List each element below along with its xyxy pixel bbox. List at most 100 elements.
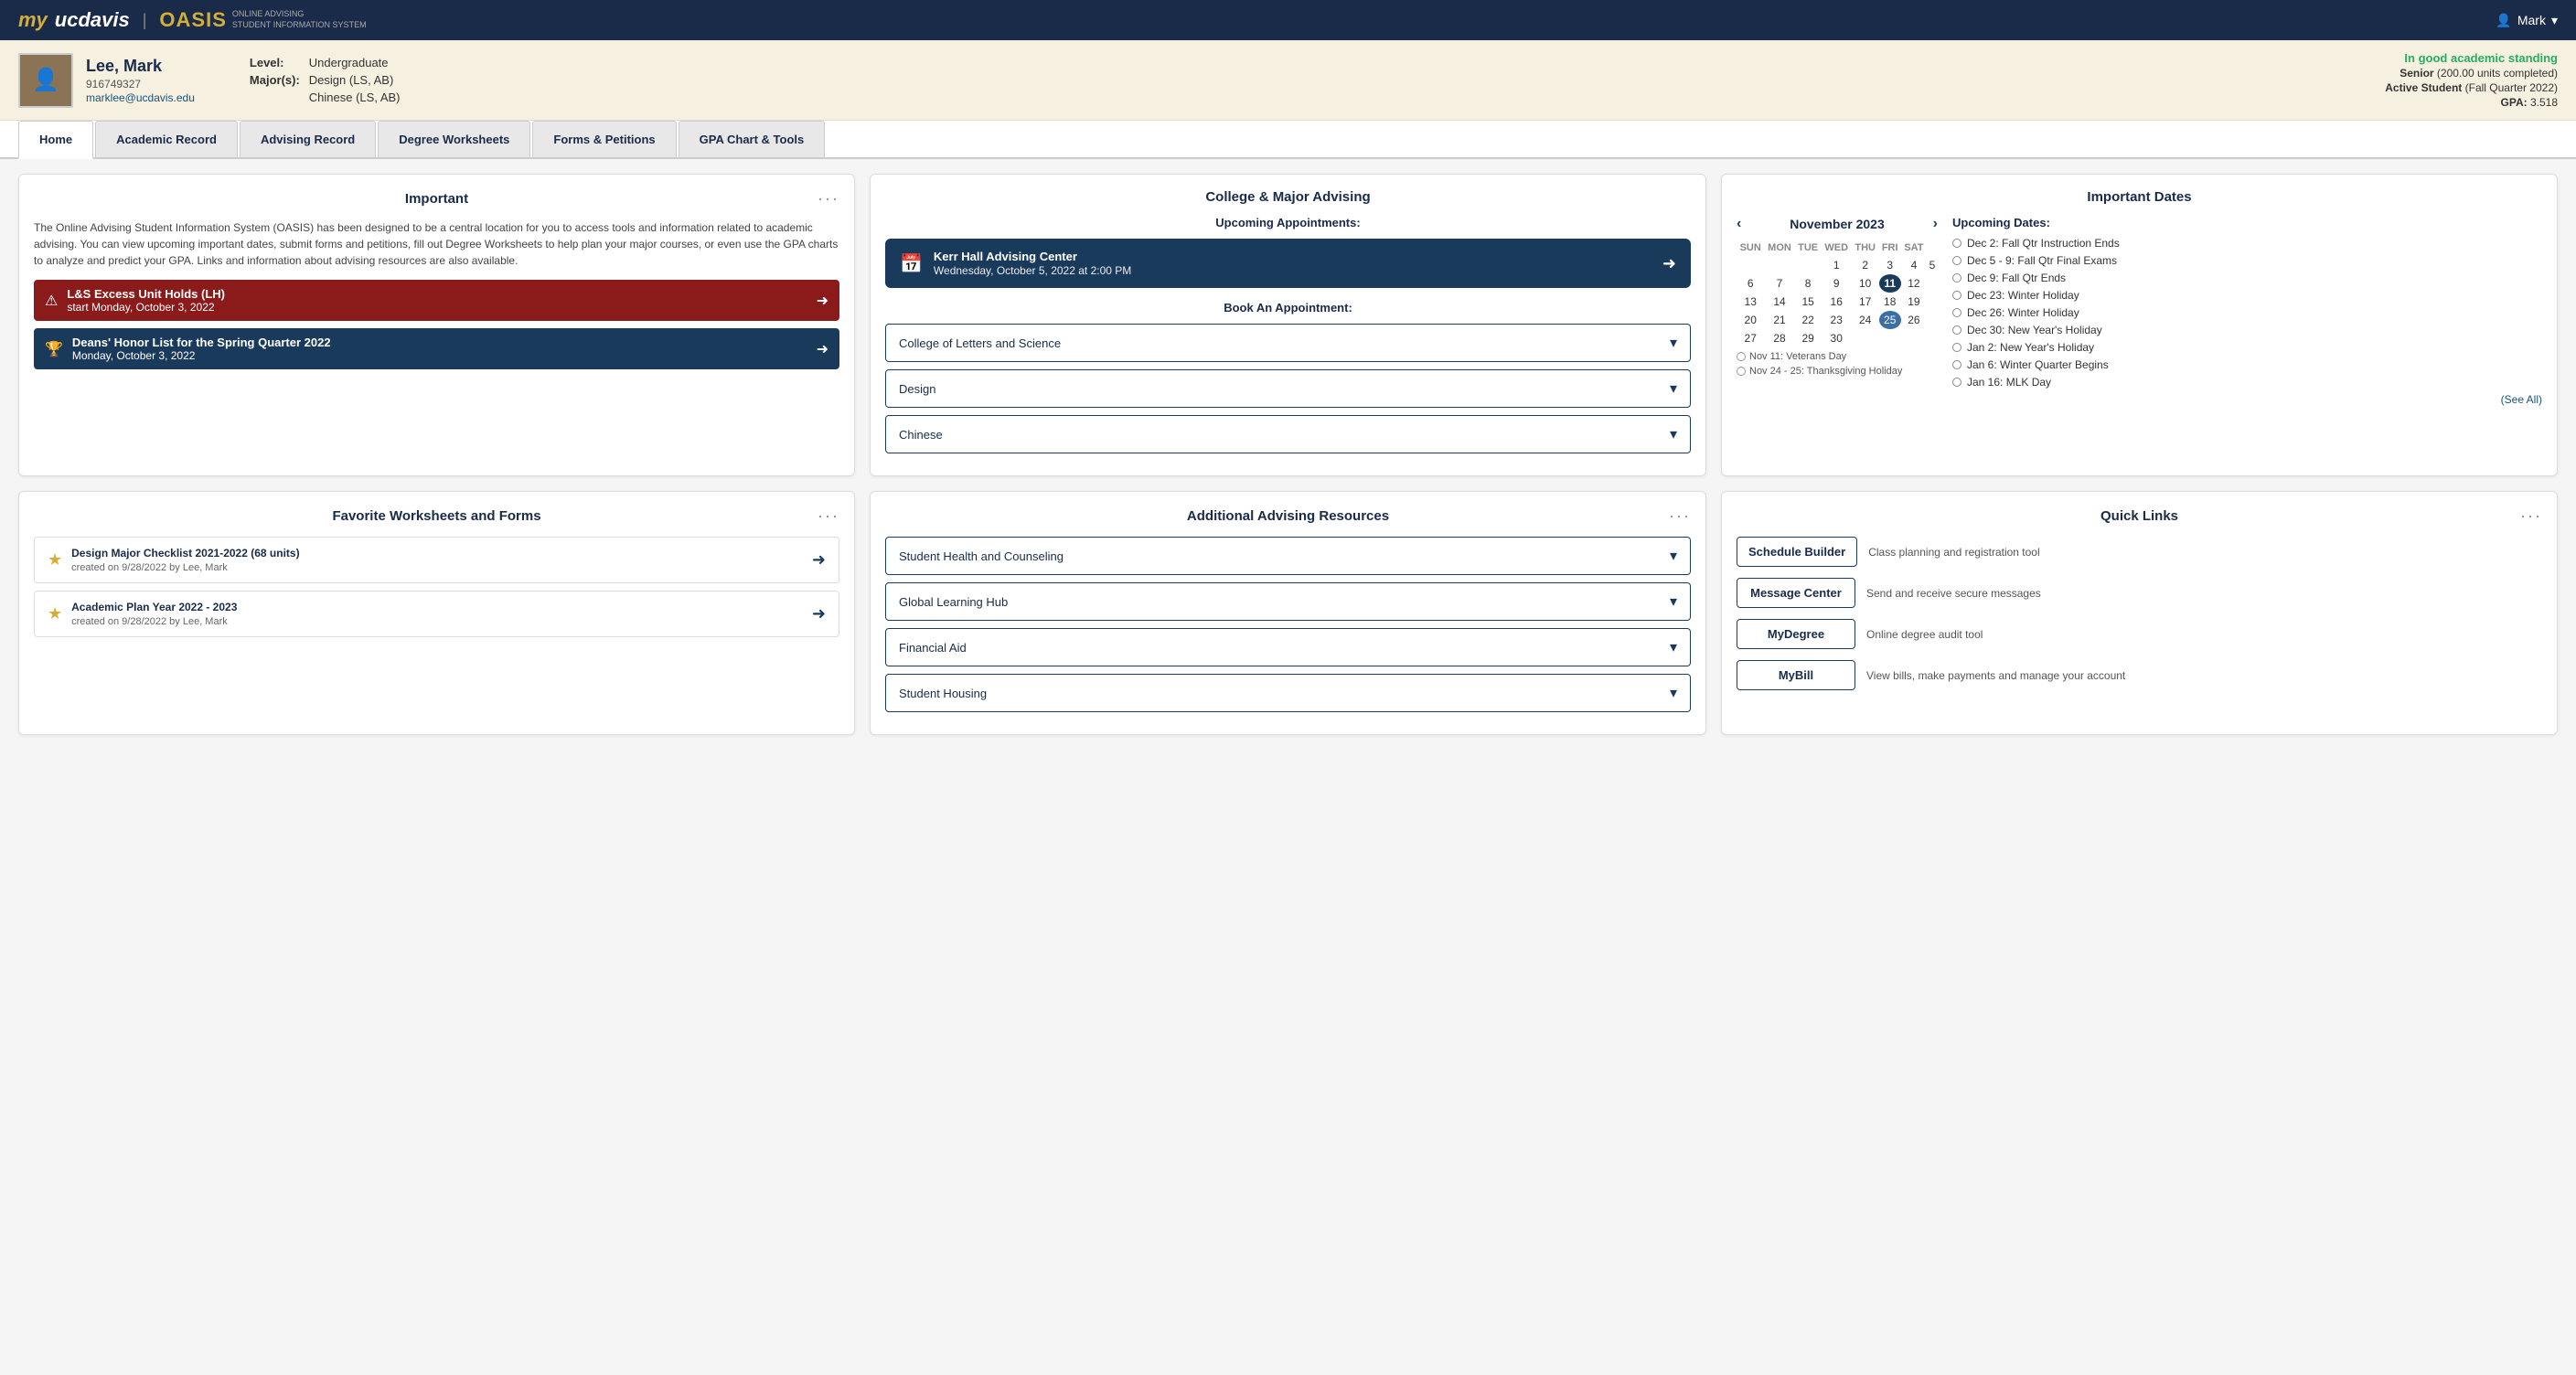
calendar-day[interactable]: 8: [1795, 274, 1822, 293]
tab-advising-record[interactable]: Advising Record: [240, 121, 376, 157]
date-dot-icon: [1952, 308, 1961, 317]
alert-item-excess-units[interactable]: ⚠ L&S Excess Unit Holds (LH) start Monda…: [34, 280, 839, 321]
tab-academic-record[interactable]: Academic Record: [95, 121, 238, 157]
calendar-day[interactable]: 9: [1822, 274, 1852, 293]
year-status: Senior (200.00 units completed): [2385, 67, 2558, 80]
design-dropdown[interactable]: Design ▾: [885, 369, 1691, 408]
calendar-day[interactable]: 3: [1879, 256, 1901, 274]
calendar-day[interactable]: 19: [1901, 293, 1927, 311]
important-dates-header: Important Dates: [1737, 189, 2542, 205]
standing-text: In good academic standing: [2385, 51, 2558, 65]
mydegree-button[interactable]: MyDegree: [1737, 619, 1855, 649]
book-label: Book An Appointment:: [885, 301, 1691, 314]
calendar-day[interactable]: 27: [1737, 329, 1764, 347]
date-dot-icon: [1952, 325, 1961, 335]
calendar-day: [1901, 329, 1927, 347]
chinese-dropdown[interactable]: Chinese ▾: [885, 415, 1691, 453]
student-housing-dropdown[interactable]: Student Housing ▾: [885, 674, 1691, 712]
tab-home[interactable]: Home: [18, 121, 93, 159]
calendar-next-button[interactable]: ›: [1933, 216, 1938, 232]
advising-card: College & Major Advising Upcoming Appoin…: [870, 174, 1706, 476]
cal-header-sat: SAT: [1901, 240, 1927, 256]
student-health-dropdown[interactable]: Student Health and Counseling ▾: [885, 537, 1691, 575]
calendar-day[interactable]: 1: [1822, 256, 1852, 274]
calendar-day[interactable]: 5: [1927, 256, 1938, 274]
holiday-dot-icon: [1737, 367, 1746, 376]
college-dropdown-label: College of Letters and Science: [899, 336, 1061, 350]
date-dot-icon: [1952, 273, 1961, 282]
tab-gpa-chart[interactable]: GPA Chart & Tools: [679, 121, 826, 157]
message-center-button[interactable]: Message Center: [1737, 578, 1855, 608]
level-label: Level:: [246, 55, 304, 70]
chevron-down-icon: ▾: [1670, 547, 1677, 565]
warning-icon: ⚠: [45, 292, 58, 310]
calendar-day[interactable]: 24: [1852, 311, 1879, 329]
favorites-menu[interactable]: ···: [818, 506, 839, 526]
important-dates-title: Important Dates: [1737, 189, 2542, 205]
calendar-day[interactable]: 13: [1737, 293, 1764, 311]
calendar-day[interactable]: 16: [1822, 293, 1852, 311]
calendar-day[interactable]: 20: [1737, 311, 1764, 329]
user-icon: 👤: [2496, 13, 2511, 28]
calendar-day[interactable]: 15: [1795, 293, 1822, 311]
profile-name: Lee, Mark: [86, 57, 195, 76]
schedule-builder-button[interactable]: Schedule Builder: [1737, 537, 1857, 567]
honor-item-deans-list[interactable]: 🏆 Deans' Honor List for the Spring Quart…: [34, 328, 839, 369]
calendar-day[interactable]: 18: [1879, 293, 1901, 311]
chevron-down-icon: ▾: [1670, 425, 1677, 443]
calendar-day[interactable]: 11: [1879, 274, 1901, 293]
financial-aid-dropdown[interactable]: Financial Aid ▾: [885, 628, 1691, 666]
mybill-button[interactable]: MyBill: [1737, 660, 1855, 690]
worksheet-item-academic-plan[interactable]: ★ Academic Plan Year 2022 - 2023 created…: [34, 591, 839, 637]
calendar-day[interactable]: 28: [1764, 329, 1794, 347]
resources-menu[interactable]: ···: [1669, 506, 1691, 526]
calendar-day[interactable]: 23: [1822, 311, 1852, 329]
profile-bar: 👤 Lee, Mark 916749327 marklee@ucdavis.ed…: [0, 40, 2576, 121]
calendar-prev-button[interactable]: ‹: [1737, 216, 1741, 232]
calendar-icon: 📅: [900, 252, 923, 275]
calendar-day[interactable]: 10: [1852, 274, 1879, 293]
tab-degree-worksheets[interactable]: Degree Worksheets: [378, 121, 530, 157]
calendar-day[interactable]: 26: [1901, 311, 1927, 329]
active-status: Active Student (Fall Quarter 2022): [2385, 81, 2558, 94]
student-email[interactable]: marklee@ucdavis.edu: [86, 91, 195, 104]
tab-forms-petitions[interactable]: Forms & Petitions: [532, 121, 676, 157]
college-dropdown[interactable]: College of Letters and Science ▾: [885, 324, 1691, 362]
calendar-day[interactable]: 22: [1795, 311, 1822, 329]
calendar-day[interactable]: 4: [1901, 256, 1927, 274]
quicklinks-menu[interactable]: ···: [2520, 506, 2542, 526]
see-all-dates-link[interactable]: (See All): [1952, 393, 2542, 406]
calendar-container: ‹ November 2023 › SUN MON TUE WED THU FR…: [1737, 216, 2542, 406]
calendar-day[interactable]: 2: [1852, 256, 1879, 274]
chevron-down-icon: ▾: [1670, 379, 1677, 398]
chinese-dropdown-label: Chinese: [899, 428, 943, 442]
level-value: Undergraduate: [305, 55, 404, 70]
calendar-day[interactable]: 12: [1901, 274, 1927, 293]
logo-area: myucdavis | OASIS Online AdvisingStudent…: [18, 8, 367, 32]
calendar-header: ‹ November 2023 ›: [1737, 216, 1938, 232]
important-header: Important ···: [34, 189, 839, 208]
upcoming-date-item: Dec 30: New Year's Holiday: [1952, 324, 2542, 336]
upcoming-date-item: Dec 26: Winter Holiday: [1952, 306, 2542, 319]
honor-arrow-icon: ➜: [817, 340, 828, 358]
chevron-down-icon: ▾: [1670, 592, 1677, 611]
calendar-day[interactable]: 21: [1764, 311, 1794, 329]
logo-oasis-text: OASIS: [159, 8, 226, 32]
important-menu[interactable]: ···: [818, 189, 839, 208]
appointment-card[interactable]: 📅 Kerr Hall Advising Center Wednesday, O…: [885, 239, 1691, 288]
calendar-day[interactable]: 14: [1764, 293, 1794, 311]
user-menu[interactable]: 👤 Mark ▾: [2496, 13, 2558, 28]
global-learning-dropdown[interactable]: Global Learning Hub ▾: [885, 582, 1691, 621]
worksheet-item-design[interactable]: ★ Design Major Checklist 2021-2022 (68 u…: [34, 537, 839, 583]
calendar-day[interactable]: 17: [1852, 293, 1879, 311]
holiday-dot-icon: [1737, 352, 1746, 361]
calendar-day[interactable]: 7: [1764, 274, 1794, 293]
logo-oasis: OASIS Online AdvisingStudent Information…: [159, 8, 366, 32]
upcoming-date-item: Jan 6: Winter Quarter Begins: [1952, 358, 2542, 371]
calendar-day[interactable]: 30: [1822, 329, 1852, 347]
calendar-day[interactable]: 29: [1795, 329, 1822, 347]
calendar-day[interactable]: 6: [1737, 274, 1764, 293]
upcoming-dates-title: Upcoming Dates:: [1952, 216, 2542, 229]
calendar-day[interactable]: 25: [1879, 311, 1901, 329]
calendar-day: [1852, 329, 1879, 347]
